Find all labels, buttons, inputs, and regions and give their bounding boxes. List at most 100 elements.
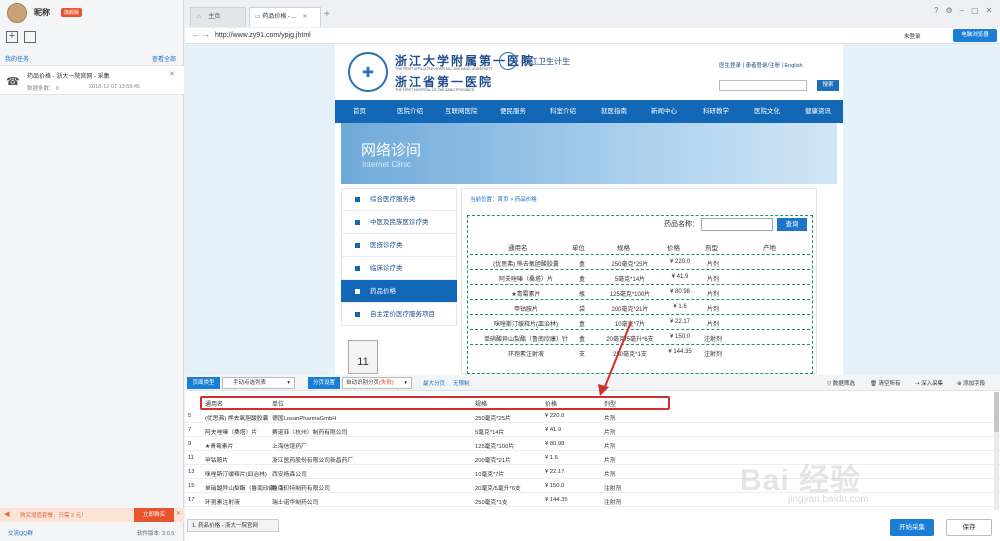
my-tasks-title: 我的任务 — [5, 57, 30, 63]
cell: 瑞士诺华制药公司 — [272, 500, 319, 506]
cell: 20毫克/5毫升*6支 — [606, 337, 654, 343]
nav-item[interactable]: 首页 — [353, 100, 366, 123]
table-row[interactable]: 咪唑斯汀缓释片(皿治林) 盒 10毫克*7片 ¥ 22.17 片剂 — [470, 314, 810, 329]
side-menu-item[interactable]: 自主定价医疗服务项目 — [341, 303, 457, 326]
new-task-icon[interactable] — [24, 31, 36, 43]
no-limit-link[interactable]: 无限制 — [453, 379, 470, 387]
close-icon[interactable]: ✕ — [176, 510, 181, 517]
query-button[interactable]: 查询 — [777, 218, 807, 231]
breadcrumb[interactable]: 当前位置：首页 > 药品价格 — [470, 195, 537, 203]
url-input[interactable]: http://www.zy91.com/ypjg.jhtml — [215, 32, 311, 39]
back-arrow-icon[interactable]: ← — [191, 29, 200, 39]
col-header[interactable]: 规格 — [475, 399, 487, 408]
table-row[interactable]: 单硝酸异山梨酯（鲁南欣康）针 盒 20毫克/5毫升*6支 ¥ 150.0 注射剂 — [470, 329, 810, 344]
tab-label: 药品价格 - ... — [262, 14, 297, 20]
tab-drug-price[interactable]: ▭ 药品价格 - ... ✕ — [249, 7, 321, 27]
nav-item[interactable]: 便民服务 — [500, 100, 526, 123]
browser-mode-button[interactable]: 电脑浏览器 — [953, 29, 997, 42]
col-header: 通用名 — [508, 245, 528, 252]
avatar[interactable] — [7, 3, 27, 23]
page-type-select[interactable]: 手动点选列表 ▾ — [222, 377, 295, 389]
site-search-button[interactable]: 搜索 — [817, 80, 839, 91]
table-row[interactable]: (优思弗) 熊去氧胆酸胶囊 盒 250毫克*25片 ¥ 220.0 片剂 — [470, 254, 810, 269]
nav-item[interactable]: 科室介绍 — [550, 100, 576, 123]
table-row[interactable]: 环孢素注射液 支 250毫克*1支 ¥ 144.35 注射剂 — [470, 344, 810, 359]
view-all-link[interactable]: 查看全部 — [152, 54, 176, 63]
add-field-button[interactable]: ⊕ 添加字段 — [957, 379, 985, 387]
table-row[interactable]: 5 (优思弗) 熊去氧胆酸胶囊 德国LosanPharmaGmbH 250毫克*25片… — [185, 411, 1000, 423]
bullet-icon — [355, 219, 360, 225]
task-title[interactable]: 药品价格 - 浙大一院官网 - 采集 — [27, 71, 110, 80]
table-row[interactable]: 阿夫唑嗪（桑塔）片 盒 5毫克*14片 ¥ 41.9 片剂 — [470, 269, 810, 284]
login-link[interactable]: 未登录 — [904, 32, 921, 40]
nav-item[interactable]: 互联网医院 — [445, 100, 478, 123]
table-row[interactable]: 7 阿夫唑嗪（桑塔）片 赛诺菲（杭州）制药有限公司 5毫克*14片 ¥ 41.9 片剂 — [185, 425, 1000, 437]
clear-all-button[interactable]: 🗑 清空所有 — [870, 379, 901, 387]
drug-name-label: 药品名称： — [664, 221, 699, 228]
close-icon[interactable]: ✕ — [169, 70, 175, 78]
hospital-logo[interactable]: ✚ — [348, 52, 388, 92]
side-menu-item-active[interactable]: 药品价格 — [341, 280, 457, 303]
qq-group-link[interactable]: 交流QQ群 — [8, 529, 33, 537]
close-icon[interactable]: ✕ — [302, 14, 307, 20]
max-pages-link[interactable]: 最大分页 — [423, 379, 445, 387]
window-controls[interactable]: ?⚙–▢✕ — [934, 6, 999, 15]
task-tab[interactable]: 1. 药品价格 - 浙大一院官网 — [187, 519, 279, 532]
forward-arrow-icon[interactable]: → — [201, 29, 210, 39]
nav-item[interactable]: 科研教学 — [703, 100, 729, 123]
filter-label: 数据筛选 — [832, 381, 855, 387]
tab-home[interactable]: ⌂ 主页 — [190, 7, 246, 27]
table-row[interactable]: 15 单硝酸异山梨酯（鲁南欣康）针 鲁南贝特制药有限公司 20毫克/5毫升*6支 ¥ 1… — [185, 481, 1000, 493]
site-search-input[interactable] — [719, 80, 807, 91]
plus-circle-icon: ⊕ — [957, 381, 962, 387]
table-row[interactable]: 13 咪唑斯汀缓释片(皿治林) 西安杨森公司 10毫克*7片 ¥ 22.17 片剂 — [185, 467, 1000, 479]
table-row[interactable]: 17 环孢素注射液 瑞士诺华制药公司 250毫克*1支 ¥ 144.35 注射剂 — [185, 495, 1000, 507]
table-row[interactable]: ★青霉素片 瓶 125毫克*100片 ¥ 80.98 片剂 — [470, 284, 810, 299]
buy-now-button[interactable]: 立即购买 — [134, 508, 174, 522]
filter-button[interactable]: ▽ 数据筛选 — [827, 379, 855, 387]
cell: 200毫克*21片 — [475, 458, 511, 464]
cell: 阿夫唑嗪（桑塔）片 — [205, 430, 258, 436]
cell: 阿夫唑嗪（桑塔）片 — [498, 277, 553, 283]
deep-collect-button[interactable]: ⇢ 深入采集 — [915, 379, 943, 387]
cell: 片剂 — [706, 322, 719, 328]
side-menu-item[interactable]: 临床诊疗类 — [341, 257, 457, 280]
cell: 咪唑斯汀缓释片(皿治林) — [205, 472, 267, 478]
top-links[interactable]: 医生登录 | 患者登录/注册 | English — [719, 61, 803, 69]
cell: 5毫克*14片 — [614, 277, 646, 283]
add-icon[interactable]: + — [6, 31, 18, 43]
col-header[interactable]: 通用名 — [205, 399, 223, 408]
link-icon: ⇢ — [915, 381, 920, 387]
row-number: 17 — [188, 497, 195, 503]
table-row[interactable]: 9 ★青霉素片 上海信谊药厂 125毫克*100片 ¥ 80.98 片剂 — [185, 439, 1000, 451]
side-menu-item[interactable]: 医技诊疗类 — [341, 234, 457, 257]
table-row[interactable]: 甲钴胺片 袋 200毫克*21片 ¥ 1.6 片剂 — [470, 299, 810, 314]
cell: 鲁南贝特制药有限公司 — [272, 486, 330, 492]
side-menu-item[interactable]: 综合医疗服务类 — [341, 188, 457, 211]
nav-item[interactable]: 医院介绍 — [397, 100, 423, 123]
col-header[interactable]: 单位 — [272, 399, 284, 408]
cell: (优思弗) 熊去氧胆酸胶囊 — [493, 262, 559, 268]
col-header[interactable]: 价格 — [545, 399, 557, 408]
side-menu-item[interactable]: 中医及民族医诊疗类 — [341, 211, 457, 234]
cell: 片剂 — [604, 430, 616, 436]
scrollbar-thumb[interactable] — [994, 392, 999, 432]
drug-name-input[interactable] — [701, 218, 773, 231]
start-collect-button[interactable]: 开始采集 — [890, 519, 934, 536]
nav-item[interactable]: 新闻中心 — [651, 100, 677, 123]
deep-label: 深入采集 — [921, 381, 944, 387]
nav-item[interactable]: 医院文化 — [754, 100, 780, 123]
nickname[interactable]: 昵称 — [34, 7, 50, 18]
new-tab-button[interactable]: + — [324, 9, 330, 20]
nav-item[interactable]: 就医指南 — [601, 100, 627, 123]
col-header[interactable]: 剂型 — [604, 399, 616, 408]
save-button[interactable]: 保存 — [946, 519, 992, 536]
pagination-flag: (失败) — [379, 380, 394, 386]
cell: 10毫克*7片 — [475, 472, 505, 478]
nav-item[interactable]: 健康资讯 — [805, 100, 831, 123]
vip-badge: 旗舰版 — [61, 8, 83, 17]
table-row[interactable]: 11 甲钴胺片 浙江医药股份有限公司新昌药厂 200毫克*21片 ¥ 1.6 片剂 — [185, 453, 1000, 465]
pagination-select[interactable]: 自动识别分页(失败) ▾ — [342, 377, 412, 389]
cell: 片剂 — [706, 292, 719, 298]
cell: 10毫克*7片 — [614, 322, 646, 328]
